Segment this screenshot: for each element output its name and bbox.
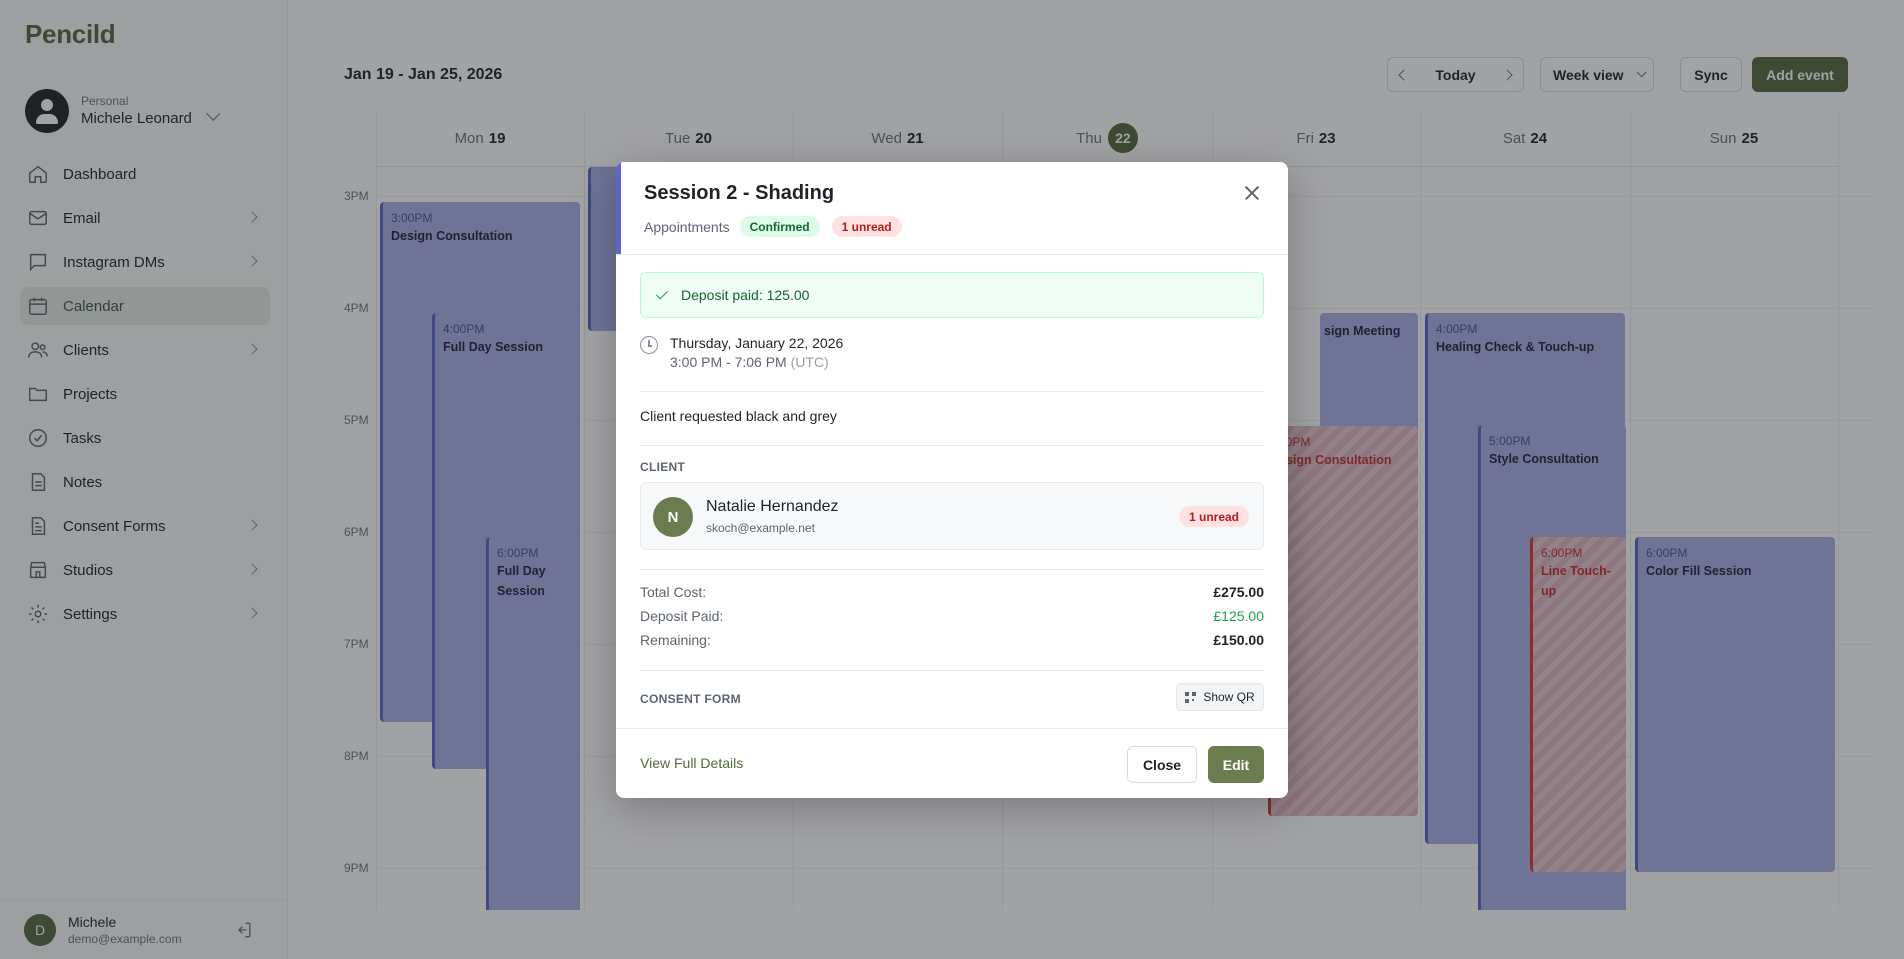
event-notes: Client requested black and grey <box>640 408 837 424</box>
show-qr-button[interactable]: Show QR <box>1176 683 1264 711</box>
client-section-label: CLIENT <box>640 460 686 474</box>
client-card[interactable]: N Natalie Hernandez skoch@example.net 1 … <box>640 482 1264 550</box>
total-cost-row: Total Cost: £275.00 <box>640 584 1264 600</box>
consent-form-label: CONSENT FORM <box>640 692 741 706</box>
show-qr-label: Show QR <box>1203 690 1255 704</box>
modal-title: Session 2 - Shading <box>644 182 835 204</box>
divider <box>640 569 1264 570</box>
total-cost-value: £275.00 <box>1213 584 1264 600</box>
event-time-range: 3:00 PM - 7:06 PM (UTC) <box>670 353 843 372</box>
client-name: Natalie Hernandez <box>706 498 839 515</box>
event-date: Thursday, January 22, 2026 <box>670 335 844 351</box>
modal-meta: Appointments Confirmed 1 unread <box>644 216 914 237</box>
deposit-notice: Deposit paid: 125.00 <box>640 272 1264 318</box>
divider <box>640 445 1264 446</box>
remaining-label: Remaining: <box>640 632 711 648</box>
clock-icon <box>640 336 658 354</box>
deposit-paid-value: £125.00 <box>1213 608 1264 624</box>
close-icon[interactable] <box>1240 181 1264 205</box>
deposit-paid-row: Deposit Paid: £125.00 <box>640 608 1264 624</box>
qr-code-icon <box>1185 691 1197 703</box>
deposit-paid-label: Deposit Paid: <box>640 608 724 624</box>
client-avatar: N <box>653 497 693 537</box>
deposit-notice-text: Deposit paid: 125.00 <box>681 287 810 303</box>
event-color-accent <box>616 162 621 254</box>
event-time-value: 3:00 PM - 7:06 PM <box>670 354 787 370</box>
divider <box>640 670 1264 671</box>
event-category: Appointments <box>644 218 730 235</box>
edit-button[interactable]: Edit <box>1208 746 1264 783</box>
client-email: skoch@example.net <box>706 521 815 535</box>
check-icon <box>655 287 671 303</box>
unread-badge: 1 unread <box>831 216 902 237</box>
total-cost-label: Total Cost: <box>640 584 707 600</box>
modal-header: Session 2 - Shading Appointments Confirm… <box>616 162 1288 255</box>
event-timezone: (UTC) <box>790 354 829 370</box>
event-datetime: Thursday, January 22, 2026 3:00 PM - 7:0… <box>640 334 843 372</box>
status-badge: Confirmed <box>739 216 820 237</box>
remaining-value: £150.00 <box>1213 632 1264 648</box>
remaining-row: Remaining: £150.00 <box>640 632 1264 648</box>
view-full-details-link[interactable]: View Full Details <box>640 755 743 771</box>
divider <box>640 391 1264 392</box>
close-button[interactable]: Close <box>1127 746 1197 783</box>
client-unread-badge: 1 unread <box>1178 506 1249 527</box>
event-details-modal: Session 2 - Shading Appointments Confirm… <box>616 162 1288 798</box>
modal-footer: View Full Details Close Edit <box>616 728 1288 798</box>
